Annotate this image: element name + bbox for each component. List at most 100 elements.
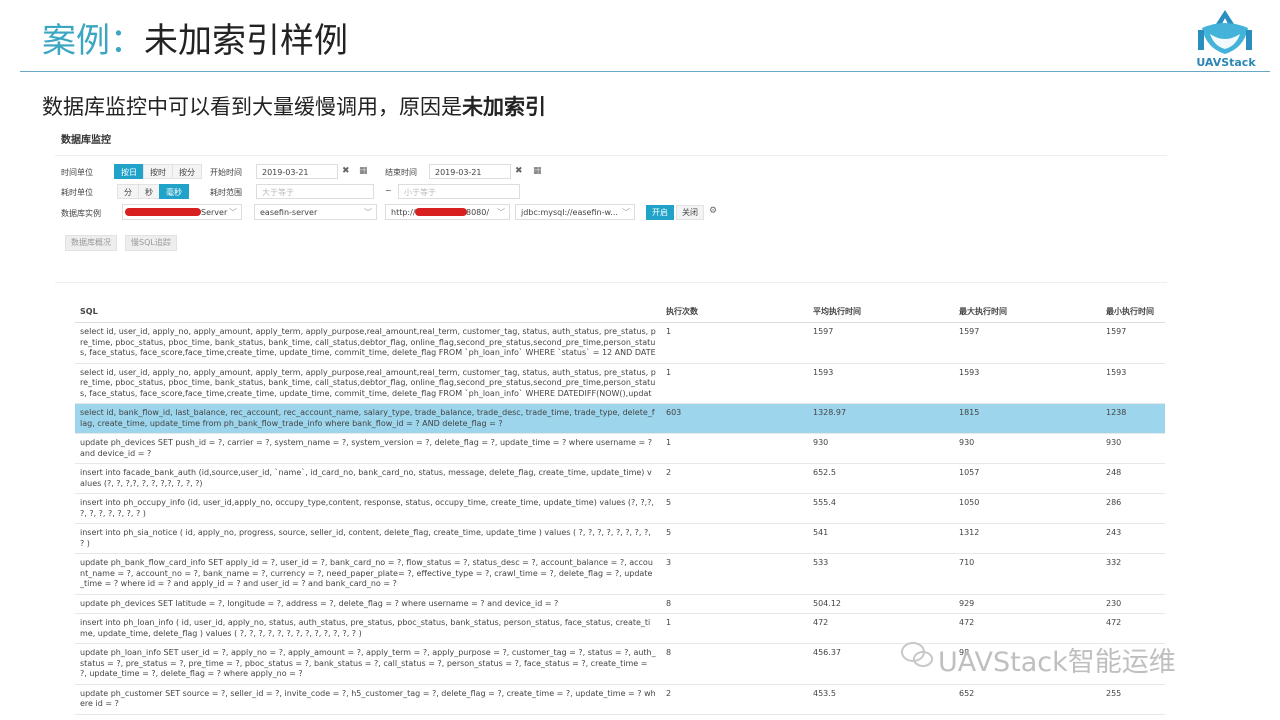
- duration-max-input[interactable]: 小于等于: [398, 184, 520, 199]
- count-cell: 1: [661, 363, 808, 404]
- sql-cell: update ph_bank_flow_card_info SET apply_…: [75, 553, 661, 595]
- slide-subtitle: 数据库监控中可以看到大量缓慢调用，原因是未加索引: [42, 92, 546, 122]
- table-row[interactable]: insert into ph_sia_notice ( id, apply_no…: [75, 523, 1165, 554]
- col-max-time[interactable]: 最大执行时间: [954, 300, 1101, 323]
- sql-text: insert into facade_bank_auth (id,source,…: [80, 468, 652, 488]
- min-cell: 1593: [1101, 363, 1165, 404]
- avg-cell: 533: [808, 553, 954, 595]
- max-cell: 1815: [954, 403, 1101, 434]
- count-cell: 603: [661, 403, 808, 434]
- max-cell: 1050: [954, 493, 1101, 524]
- table-row[interactable]: update ph_customer SET source = ?, selle…: [75, 684, 1165, 715]
- avg-cell: 1593: [808, 363, 954, 404]
- table-row[interactable]: select id, user_id, apply_no, apply_amou…: [75, 363, 1165, 404]
- sql-cell: insert into ph_loan_info ( id, user_id, …: [75, 613, 661, 644]
- sql-cell: update ph_devices SET push_id = ?, carri…: [75, 433, 661, 464]
- slide-title-main: 未加索引样例: [144, 21, 348, 61]
- sql-cell: select id, user_id, apply_no, apply_amou…: [75, 322, 661, 364]
- redaction-mark: [125, 208, 201, 216]
- min-cell: 1597: [1101, 322, 1165, 364]
- count-cell: 5: [661, 493, 808, 524]
- sql-text: update ph_devices SET push_id = ?, carri…: [80, 438, 652, 458]
- sql-cell: insert into ph_sia_notice ( id, apply_no…: [75, 523, 661, 554]
- range-separator: ~: [385, 186, 392, 195]
- time-unit-label: 时间单位: [61, 168, 93, 177]
- sql-text: insert into ph_loan_info ( id, user_id, …: [80, 618, 651, 638]
- table-row[interactable]: select id, bank_flow_id, last_balance, r…: [75, 403, 1165, 434]
- gear-icon[interactable]: ⚙: [709, 204, 717, 219]
- sql-text: update ph_loan_info SET user_id = ?, app…: [80, 648, 656, 678]
- sql-cell: insert into ph_occupy_info (id, user_id,…: [75, 493, 661, 524]
- jdbc-select[interactable]: jdbc:mysql://easefin-w... ﹀: [515, 204, 635, 220]
- min-cell: 332: [1101, 553, 1165, 595]
- logo-text: UAVStack: [1196, 56, 1256, 69]
- app-select[interactable]: easefin-server ﹀: [254, 204, 377, 220]
- clear-end-icon[interactable]: ✖: [515, 164, 523, 179]
- table-row[interactable]: update ph_devices SET push_id = ?, carri…: [75, 433, 1165, 464]
- panel-header: 数据库监控: [55, 127, 1167, 156]
- url-prefix: http://: [391, 208, 416, 217]
- title-divider: [20, 71, 1270, 72]
- min-cell: 255: [1101, 684, 1165, 715]
- wechat-icon: [901, 642, 933, 667]
- end-date-input[interactable]: 2019-03-21: [429, 164, 511, 179]
- col-count[interactable]: 执行次数: [661, 300, 808, 323]
- duration-unit-ms[interactable]: 毫秒: [159, 184, 189, 199]
- table-row[interactable]: update ph_bank_flow_card_info SET apply_…: [75, 553, 1165, 595]
- max-cell: 652: [954, 684, 1101, 715]
- server-suffix: Server: [201, 208, 228, 217]
- max-cell: 930: [954, 433, 1101, 464]
- avg-cell: 472: [808, 613, 954, 644]
- max-cell: 929: [954, 594, 1101, 614]
- duration-min-input[interactable]: 大于等于: [256, 184, 374, 199]
- sql-cell: update ph_loan_info SET user_id = ?, app…: [75, 643, 661, 685]
- clear-start-icon[interactable]: ✖: [342, 164, 350, 179]
- tab-db-overview[interactable]: 数据库概况: [65, 235, 117, 251]
- subtitle-lead: 数据库监控中可以看到大量缓慢调用，原因是: [42, 95, 462, 119]
- avg-cell: 1328.97: [808, 403, 954, 434]
- max-cell: 1593: [954, 363, 1101, 404]
- slide-title-case: 案例：: [42, 21, 144, 61]
- table-row[interactable]: insert into ph_occupy_info (id, user_id,…: [75, 493, 1165, 524]
- avg-cell: 541: [808, 523, 954, 554]
- min-cell: 930: [1101, 433, 1165, 464]
- count-cell: 8: [661, 643, 808, 685]
- min-cell: 472: [1101, 613, 1165, 644]
- duration-unit-label: 耗时单位: [61, 188, 93, 197]
- col-sql[interactable]: SQL: [75, 300, 661, 323]
- sql-text: update ph_bank_flow_card_info SET apply_…: [80, 558, 653, 588]
- chevron-down-icon: ﹀: [622, 208, 630, 217]
- table-row[interactable]: update ph_devices SET latitude = ?, long…: [75, 594, 1165, 614]
- col-min-time[interactable]: 最小执行时间: [1101, 300, 1165, 323]
- section-divider: [55, 282, 1167, 283]
- tab-slow-sql[interactable]: 慢SQL追踪: [125, 235, 177, 251]
- max-cell: 472: [954, 613, 1101, 644]
- avg-cell: 555.4: [808, 493, 954, 524]
- sql-text: insert into ph_occupy_info (id, user_id,…: [80, 498, 654, 518]
- sql-text: insert into ph_sia_notice ( id, apply_no…: [80, 528, 651, 548]
- subtitle-bold: 未加索引: [462, 95, 546, 119]
- col-avg-time[interactable]: 平均执行时间: [808, 300, 954, 323]
- sql-text: select id, bank_flow_id, last_balance, r…: [80, 408, 655, 428]
- duration-unit-min[interactable]: 分: [117, 184, 139, 199]
- time-unit-day[interactable]: 按日: [114, 164, 144, 179]
- close-button[interactable]: 关闭: [676, 205, 704, 220]
- duration-unit-toggle: 分 秒 毫秒: [117, 184, 189, 199]
- chevron-down-icon: ﹀: [364, 208, 372, 217]
- duration-unit-sec[interactable]: 秒: [138, 184, 160, 199]
- table-row[interactable]: select id, user_id, apply_no, apply_amou…: [75, 322, 1165, 364]
- sql-text: update ph_devices SET latitude = ?, long…: [80, 598, 559, 608]
- sql-text: select id, user_id, apply_no, apply_amou…: [80, 367, 656, 398]
- open-button[interactable]: 开启: [646, 205, 674, 220]
- table-row[interactable]: insert into facade_bank_auth (id,source,…: [75, 463, 1165, 494]
- start-date-input[interactable]: 2019-03-21: [256, 164, 338, 179]
- avg-cell: 930: [808, 433, 954, 464]
- min-cell: 243: [1101, 523, 1165, 554]
- calendar-start-icon[interactable]: ▦: [359, 164, 368, 179]
- table-row[interactable]: insert into ph_loan_info ( id, user_id, …: [75, 613, 1165, 644]
- time-unit-hour[interactable]: 按时: [143, 164, 173, 179]
- sql-cell: insert into facade_bank_auth (id,source,…: [75, 463, 661, 494]
- jdbc-select-value: jdbc:mysql://easefin-w...: [521, 208, 618, 217]
- time-unit-minute[interactable]: 按分: [172, 164, 202, 179]
- calendar-end-icon[interactable]: ▦: [533, 164, 542, 179]
